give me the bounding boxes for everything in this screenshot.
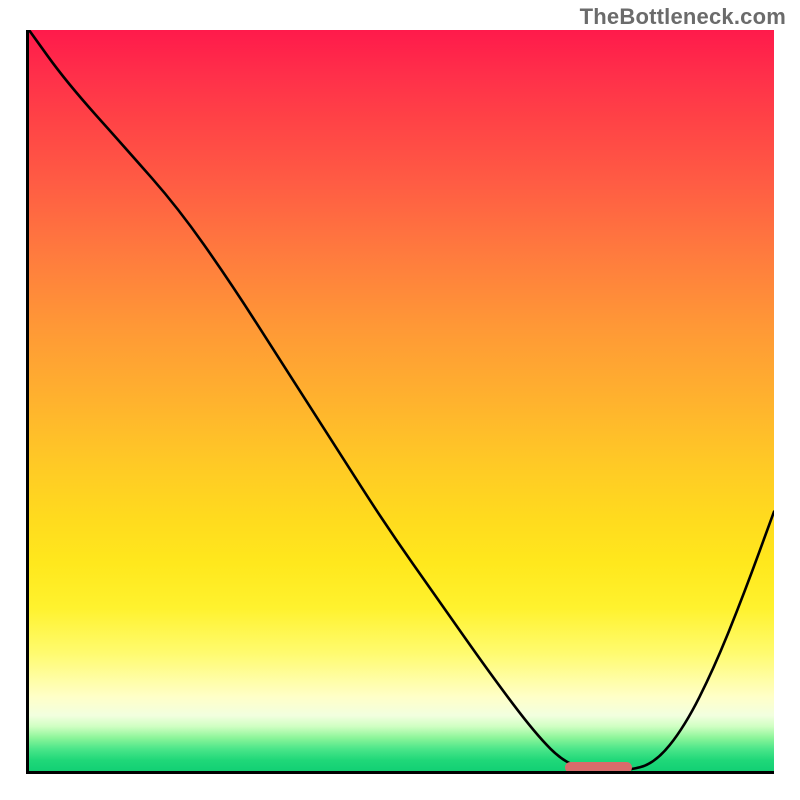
chart-container: TheBottleneck.com bbox=[0, 0, 800, 800]
bottleneck-curve bbox=[29, 30, 774, 771]
attribution-text: TheBottleneck.com bbox=[580, 4, 786, 30]
curve-path bbox=[29, 30, 774, 771]
optimal-range-marker bbox=[565, 762, 632, 771]
plot-area bbox=[29, 30, 774, 771]
